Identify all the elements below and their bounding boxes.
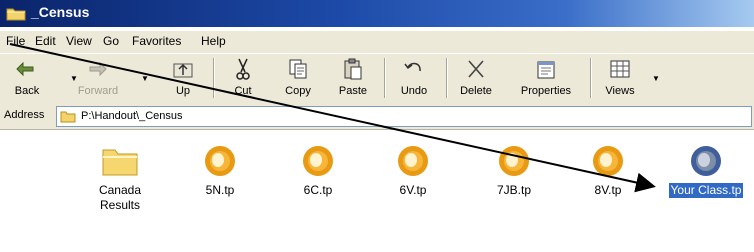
file-name: 6V.tp (399, 183, 427, 197)
file-list-pane[interactable]: Canada Results 5N.tp 6C.tp 6V.tp 7JB.tp … (0, 130, 754, 252)
toolbar-separator (384, 58, 386, 98)
folder-small-icon (60, 111, 76, 123)
file-name: 7JB.tp (496, 183, 532, 197)
folder-title-icon (6, 8, 26, 21)
address-input[interactable]: P:\Handout\_Census (56, 106, 752, 127)
orange-sphere-icon (398, 146, 428, 176)
paste-icon (344, 58, 362, 80)
forward-label: Forward (77, 85, 119, 97)
delete-button[interactable]: Delete (451, 54, 501, 103)
back-arrow-icon (16, 61, 34, 77)
forward-dropdown-icon[interactable]: ▼ (141, 74, 149, 83)
menu-help[interactable]: Help (201, 34, 226, 48)
folder-up-icon (173, 63, 193, 78)
delete-x-icon (468, 60, 484, 78)
views-label: Views (605, 85, 635, 97)
cut-label: Cut (234, 85, 252, 97)
address-bar: Address P:\Handout\_Census (0, 103, 754, 130)
file-item-canada-results[interactable]: Canada Results (74, 144, 166, 214)
file-name: 8V.tp (594, 183, 622, 197)
orange-sphere-icon (303, 146, 333, 176)
views-dropdown-icon[interactable]: ▼ (652, 74, 660, 83)
paste-button[interactable]: Paste (328, 54, 378, 103)
orange-sphere-icon (499, 146, 529, 176)
undo-label: Undo (400, 85, 428, 97)
back-label: Back (14, 85, 40, 97)
menu-file[interactable]: File (6, 34, 25, 48)
selected-sphere-icon (691, 146, 721, 176)
file-name: 5N.tp (205, 183, 235, 197)
file-item-6v[interactable]: 6V.tp (367, 144, 459, 199)
file-item-8v[interactable]: 8V.tp (562, 144, 654, 199)
properties-button[interactable]: Properties (514, 54, 578, 103)
orange-sphere-icon (205, 146, 235, 176)
address-path: P:\Handout\_Census (81, 110, 183, 122)
file-item-5n[interactable]: 5N.tp (174, 144, 266, 199)
paste-label: Paste (338, 85, 368, 97)
copy-label: Copy (285, 85, 311, 97)
scissors-icon (236, 58, 250, 80)
properties-icon (537, 61, 555, 79)
file-item-6c[interactable]: 6C.tp (272, 144, 364, 199)
menu-go[interactable]: Go (103, 34, 119, 48)
file-name: Canada Results (98, 183, 142, 212)
forward-button[interactable]: Forward (73, 54, 123, 103)
explorer-window: _Census File Edit View Go Favorites Help… (0, 0, 754, 252)
up-button[interactable]: Up (158, 54, 208, 103)
toolbar-separator (590, 58, 592, 98)
window-title: _Census (31, 4, 90, 20)
views-grid-icon (610, 60, 630, 78)
folder-icon (102, 149, 138, 176)
menu-favorites[interactable]: Favorites (132, 34, 181, 48)
file-name: 6C.tp (303, 183, 333, 197)
cut-button[interactable]: Cut (218, 54, 268, 103)
orange-sphere-icon (593, 146, 623, 176)
undo-button[interactable]: Undo (389, 54, 439, 103)
file-item-your-class[interactable]: Your Class.tp (660, 144, 752, 199)
forward-arrow-icon (89, 61, 107, 77)
undo-icon (404, 62, 421, 72)
toolbar: Back ▼ Forward ▼ Up Cut Copy Paste Undo … (0, 53, 754, 104)
address-label: Address (4, 109, 45, 121)
back-button[interactable]: Back (2, 54, 52, 103)
up-label: Up (175, 85, 191, 97)
file-item-7jb[interactable]: 7JB.tp (468, 144, 560, 199)
menu-view[interactable]: View (66, 34, 92, 48)
copy-icon (289, 59, 307, 79)
title-bar[interactable]: _Census (0, 0, 754, 27)
toolbar-separator (213, 58, 215, 98)
properties-label: Properties (520, 85, 572, 97)
toolbar-separator (446, 58, 448, 98)
menu-bar: File Edit View Go Favorites Help (0, 31, 754, 53)
file-name: Your Class.tp (668, 183, 744, 198)
delete-label: Delete (460, 85, 492, 97)
copy-button[interactable]: Copy (273, 54, 323, 103)
views-button[interactable]: Views (595, 54, 645, 103)
menu-edit[interactable]: Edit (35, 34, 56, 48)
